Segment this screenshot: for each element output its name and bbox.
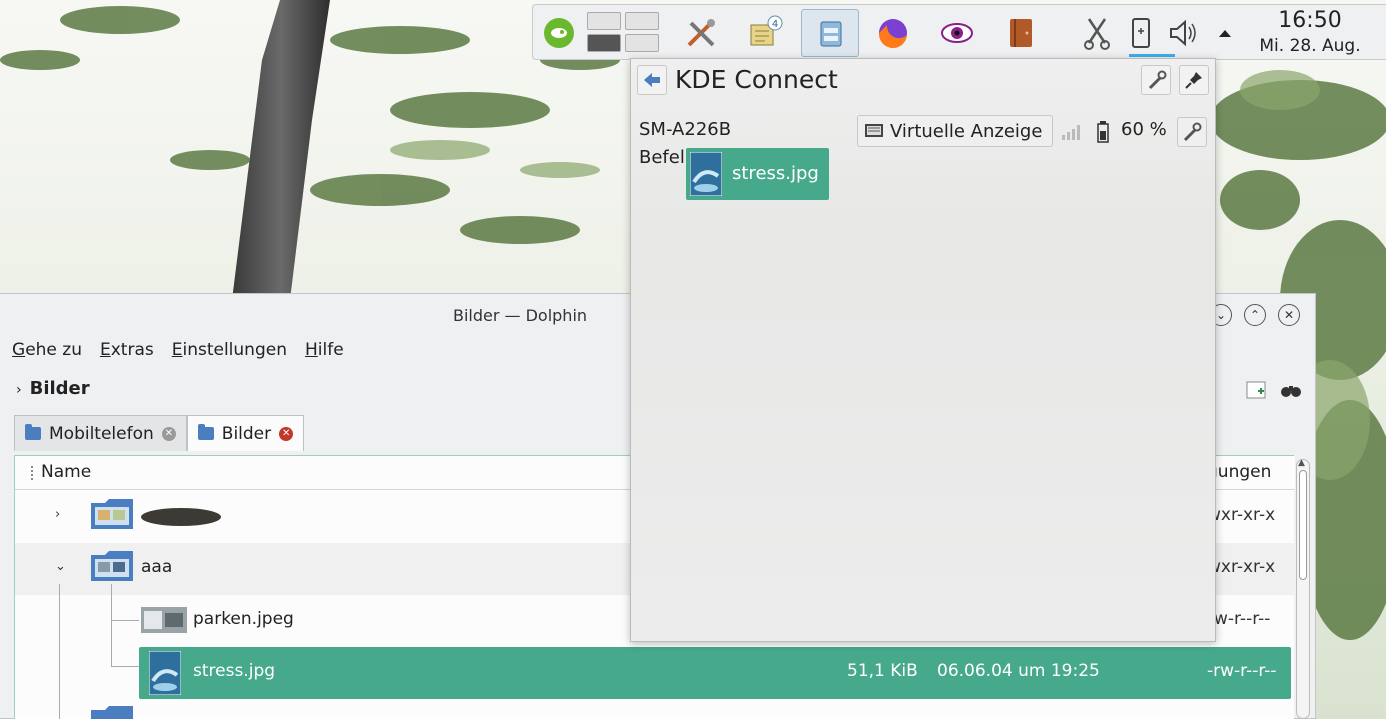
column-permissions[interactable]: gungen [1207,462,1271,482]
row-permissions: wxr-xr-x [1207,557,1276,577]
virtual-desktop-pager[interactable] [587,12,661,54]
tree-line [111,584,112,666]
image-thumbnail [141,607,187,633]
tab-mobiltelefon[interactable]: Mobiltelefon ✕ [14,415,187,451]
kdeconnect-popup: KDE Connect SM-A226B Virtuelle Anzeige 6… [630,58,1216,642]
battery-level: 60 % [1121,119,1167,140]
breadcrumb-current[interactable]: Bilder [30,378,90,399]
device-row: SM-A226B Virtuelle Anzeige 60 % [631,115,1217,149]
redacted-name [141,508,221,526]
row-name: aaa [141,557,173,577]
image-thumbnail [690,152,722,196]
commands-label: Befel [639,147,685,168]
breadcrumb[interactable]: › Bilder [16,378,90,399]
expand-chevron-icon[interactable]: › [55,507,60,522]
pin-button[interactable] [1179,65,1209,95]
folder-icon [91,551,133,581]
dolphin-task-button[interactable] [801,9,859,57]
tree-line [111,666,139,667]
menubar: Gehe zu Extras Einstellungen Hilfe [12,340,344,364]
dolphin-task-icon [820,21,842,47]
signal-strength-icon [1062,125,1080,140]
pin-icon [1185,72,1202,89]
menu-einstellungen[interactable]: Einstellungen [172,340,287,364]
clock-time[interactable]: 16:50 [1250,8,1370,33]
close-window-button[interactable]: ✕ [1278,304,1300,326]
configure-button[interactable] [1141,65,1171,95]
folder-icon [91,706,133,719]
row-name: parken.jpeg [193,609,294,629]
tray-expand-icon[interactable] [1205,13,1245,53]
eye-icon[interactable] [937,13,977,53]
popup-header: KDE Connect [631,59,1217,101]
column-name[interactable]: Name [41,462,91,482]
virtual-display-button[interactable]: Virtuelle Anzeige [857,115,1053,147]
volume-icon[interactable] [1163,13,1203,53]
row-permissions: wxr-xr-x [1207,505,1276,525]
column-grip-icon [31,466,34,480]
tab-label: Bilder [221,423,272,444]
tab-close-icon[interactable]: ✕ [161,426,176,441]
row-name: stress.jpg [193,661,276,681]
scrollbar[interactable]: ▲ [1296,458,1310,719]
back-arrow-icon [644,73,660,87]
scrollbar-thumb[interactable] [1299,470,1307,580]
firefox-icon[interactable] [873,13,913,53]
virtual-display-label: Virtuelle Anzeige [890,120,1043,142]
row-permissions: rw-r--r-- [1207,609,1271,629]
folder-icon [197,424,214,440]
table-row-selected[interactable]: stress.jpg 51,1 KiB 06.06.04 um 19:25 -r… [139,647,1291,699]
tab-label: Mobiltelefon [49,423,154,444]
virtual-display-icon [865,124,883,137]
clock-date[interactable]: Mi. 28. Aug. [1240,36,1380,56]
folder-icon [25,424,41,440]
kdeconnect-tray-icon[interactable] [1121,13,1161,53]
book-icon[interactable] [1001,13,1041,53]
menu-hilfe[interactable]: Hilfe [305,340,344,364]
tools-icon[interactable] [681,13,721,53]
row-size: 51,1 KiB [847,661,918,681]
new-tab-icon[interactable] [1246,380,1268,400]
tab-close-icon[interactable]: ✕ [279,426,294,441]
dragged-file-name: stress.jpg [732,163,819,184]
row-modified: 06.06.04 um 19:25 [937,661,1100,681]
device-settings-button[interactable] [1177,117,1207,147]
battery-icon [1097,121,1109,143]
menu-extras[interactable]: Extras [100,340,154,364]
collapse-chevron-icon[interactable]: ⌄ [55,559,66,574]
opensuse-icon[interactable] [539,13,579,53]
dragged-file[interactable]: stress.jpg [686,148,829,200]
folder-icon [91,499,133,529]
search-binoculars-icon[interactable] [1280,380,1302,400]
tree-line [111,620,139,621]
tab-bilder[interactable]: Bilder ✕ [186,415,305,451]
breadcrumb-chevron-icon: › [16,382,22,398]
back-button[interactable] [637,65,667,95]
device-name: SM-A226B [639,119,732,140]
wrench-icon [1148,70,1167,90]
svg-text:4: 4 [772,19,778,30]
maximize-button[interactable]: ⌃ [1244,304,1266,326]
menu-gehe-zu[interactable]: Gehe zu [12,340,82,364]
popup-title: KDE Connect [675,65,838,94]
wrench-icon [1183,122,1202,142]
row-permissions: -rw-r--r-- [1207,661,1277,681]
scissors-icon[interactable] [1077,13,1117,53]
tree-line [59,584,60,719]
image-thumbnail [149,651,181,695]
active-tray-indicator [1129,54,1175,57]
notes-icon[interactable]: 4 [745,13,785,53]
tab-bar: Mobiltelefon ✕ Bilder ✕ [14,415,305,451]
scroll-up-icon[interactable]: ▲ [1298,458,1305,468]
